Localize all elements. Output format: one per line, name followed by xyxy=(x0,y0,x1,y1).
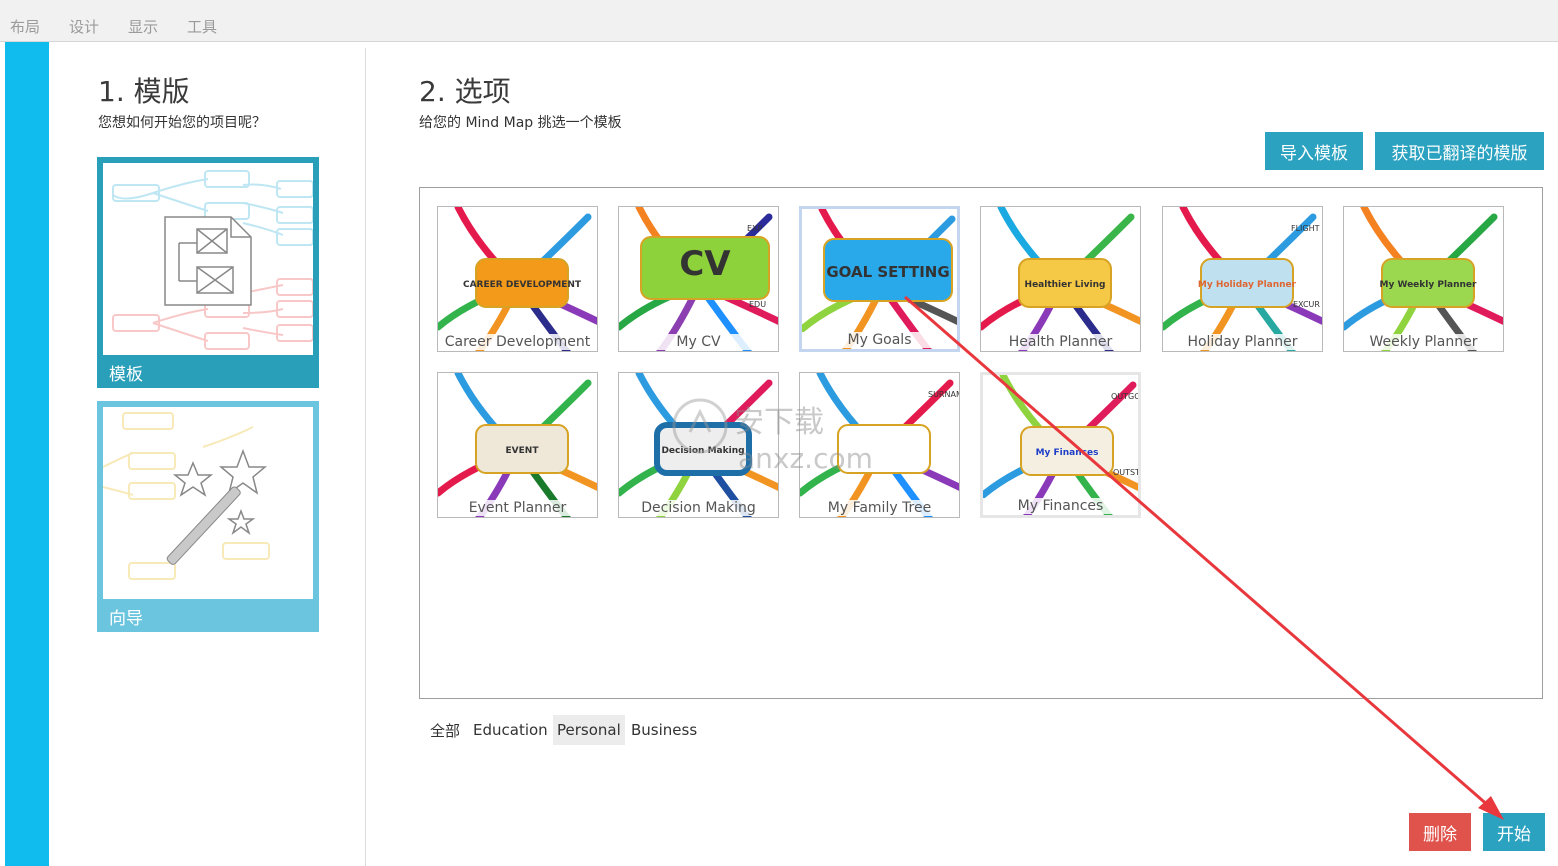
template-caption: Career Development xyxy=(438,334,597,350)
template-thumbnail: My Holiday Planner FLIGHT EXCUR xyxy=(1163,207,1322,351)
side-accent-bar xyxy=(5,42,49,866)
template-thumbnail: SURNAME xyxy=(800,373,960,517)
template-caption: Health Planner xyxy=(981,334,1140,350)
step2-subtitle: 给您的 Mind Map 挑选一个模板 xyxy=(419,115,622,131)
thumbnail-center-text: My Finances xyxy=(1036,448,1099,458)
menu-tools[interactable]: 工具 xyxy=(187,16,217,37)
thumbnail-center-text: Decision Making xyxy=(661,446,744,456)
template-caption: Holiday Planner xyxy=(1163,334,1322,350)
thumbnail-branch-label: EDU xyxy=(749,300,766,309)
template-caption: Event Planner xyxy=(438,500,597,516)
filter-education[interactable]: Education xyxy=(469,715,552,745)
mode-wizard-card[interactable]: 向导 xyxy=(97,401,319,632)
import-template-button[interactable]: 导入模板 xyxy=(1265,132,1363,170)
step1-subtitle: 您想如何开始您的项目呢？ xyxy=(98,115,266,131)
template-thumbnail: GOAL SETTING xyxy=(802,209,957,349)
step2-title: 2. 选项 xyxy=(419,75,511,108)
thumbnail-center-bubble xyxy=(837,424,931,474)
thumbnail-branch-label: EXCUR xyxy=(1293,300,1320,309)
filter-personal[interactable]: Personal xyxy=(553,715,625,745)
thumbnail-center-text: EVENT xyxy=(506,446,540,456)
thumbnail-center-text: My Holiday Planner xyxy=(1198,280,1297,290)
start-button[interactable]: 开始 xyxy=(1483,813,1545,851)
mode-template-card[interactable]: 模板 xyxy=(97,157,319,388)
template-thumbnail: CAREER DEVELOPMENT xyxy=(438,207,597,351)
thumbnail-branch-label: FLIGHT xyxy=(1291,224,1320,233)
mode-template-label: 模板 xyxy=(109,365,143,385)
template-tile-decision-making[interactable]: Decision Making Decision Making xyxy=(618,372,779,518)
template-mode-illustration xyxy=(103,163,313,355)
thumbnail-branch-label: SURNAME xyxy=(928,390,960,399)
template-thumbnail: CV EXP EDU xyxy=(619,207,778,351)
template-tile-my-cv[interactable]: CV EXP EDU My CV xyxy=(618,206,779,352)
template-tile-weekly-planner[interactable]: My Weekly Planner Weekly Planner xyxy=(1343,206,1504,352)
template-caption: Decision Making xyxy=(619,500,778,516)
step1-title: 1. 模版 xyxy=(98,75,190,108)
template-tile-career-development[interactable]: CAREER DEVELOPMENT Career Development xyxy=(437,206,598,352)
menu-bar: 布局 设计 显示 工具 xyxy=(0,0,1558,42)
template-caption: My CV xyxy=(619,334,778,350)
template-caption: My Goals xyxy=(802,332,957,348)
filter-business[interactable]: Business xyxy=(627,715,701,745)
template-thumbnail: Decision Making xyxy=(619,373,778,517)
menu-design[interactable]: 设计 xyxy=(69,16,99,37)
get-translated-templates-button[interactable]: 获取已翻译的模版 xyxy=(1375,132,1544,170)
template-gallery: CAREER DEVELOPMENT Career Development CV EX… xyxy=(419,187,1543,699)
template-caption: My Finances xyxy=(983,498,1138,514)
thumbnail-center-text: CV xyxy=(679,244,731,284)
thumbnail-branch-label: OUTSTAN xyxy=(1113,468,1141,477)
template-tile-my-family-tree[interactable]: SURNAME My Family Tree xyxy=(799,372,960,518)
template-tile-my-finances[interactable]: My Finances OUTGO OUTSTAN My Finances xyxy=(980,372,1141,518)
template-tile-holiday-planner[interactable]: My Holiday Planner FLIGHT EXCUR Holiday Pla… xyxy=(1162,206,1323,352)
template-caption: My Family Tree xyxy=(800,500,959,516)
template-thumbnail: My Weekly Planner xyxy=(1344,207,1503,351)
menu-layout[interactable]: 布局 xyxy=(10,16,40,37)
thumbnail-branch-label: EXP xyxy=(747,224,763,233)
thumbnail-center-text: CAREER DEVELOPMENT xyxy=(463,280,582,290)
filter-all[interactable]: 全部 xyxy=(426,715,464,745)
template-thumbnail: Healthier Living xyxy=(981,207,1140,351)
template-tile-health-planner[interactable]: Healthier Living Health Planner xyxy=(980,206,1141,352)
template-thumbnail: My Finances OUTGO OUTSTAN xyxy=(983,375,1141,515)
template-tile-event-planner[interactable]: EVENT Event Planner xyxy=(437,372,598,518)
template-caption: Weekly Planner xyxy=(1344,334,1503,350)
panel-divider xyxy=(365,48,366,866)
thumbnail-center-text: My Weekly Planner xyxy=(1380,280,1478,290)
thumbnail-center-text: GOAL SETTING xyxy=(826,263,949,281)
menu-view[interactable]: 显示 xyxy=(128,16,158,37)
thumbnail-center-text: Healthier Living xyxy=(1025,280,1106,290)
mode-wizard-label: 向导 xyxy=(109,609,143,629)
template-tile-my-goals[interactable]: GOAL SETTING My Goals xyxy=(799,206,960,352)
delete-button[interactable]: 删除 xyxy=(1409,813,1471,851)
thumbnail-branch-label: OUTGO xyxy=(1111,392,1141,401)
template-thumbnail: EVENT xyxy=(438,373,597,517)
wizard-mode-illustration xyxy=(103,407,313,599)
